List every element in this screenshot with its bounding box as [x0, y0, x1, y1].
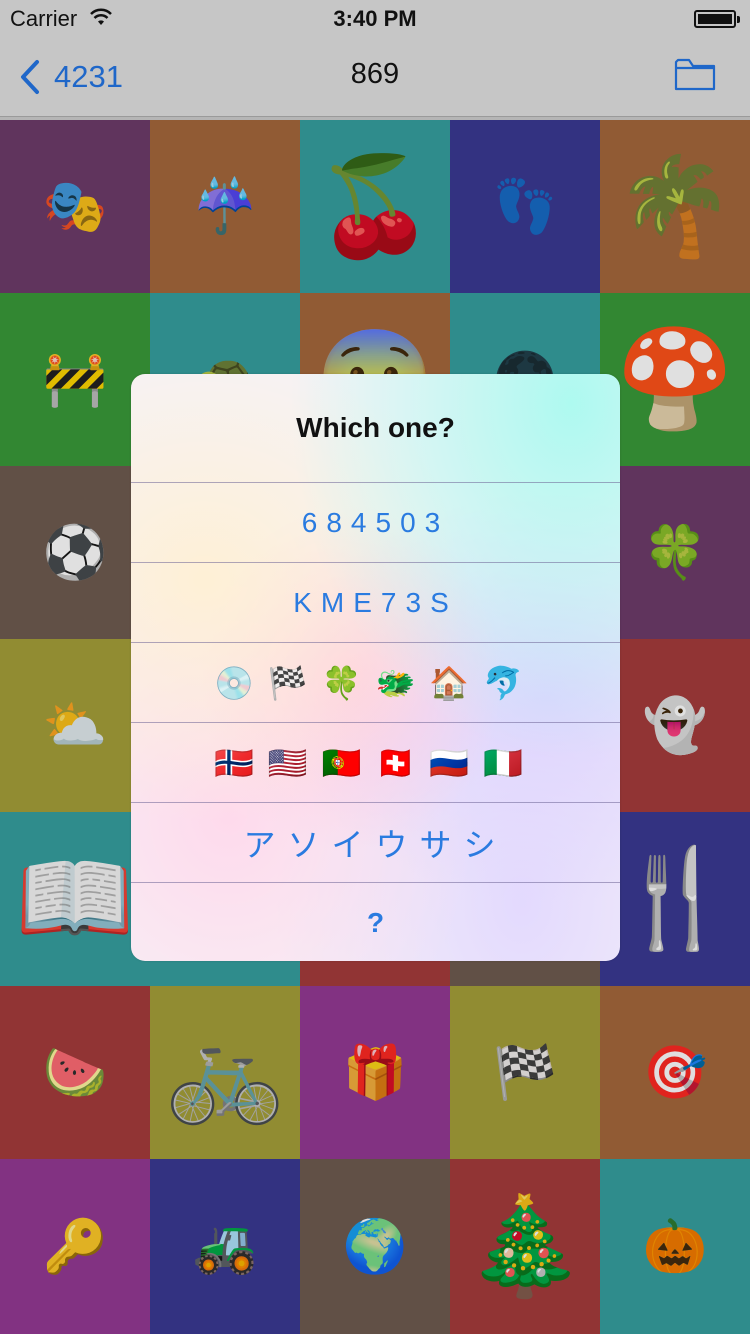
option-number-code[interactable]: 684503	[131, 482, 620, 562]
status-time: 3:40 PM	[333, 6, 417, 31]
alert-title: Which one?	[296, 412, 455, 443]
option-letter-code[interactable]: KME73S	[131, 562, 620, 642]
battery-icon	[694, 10, 740, 28]
battery-level	[698, 14, 732, 24]
choice-alert: Which one? 684503 KME73S 💿🏁🍀🐲🏠🐬 🇳🇴🇺🇸🇵🇹🇨🇭…	[131, 374, 620, 961]
status-bar: Carrier 3:40 PM	[0, 0, 750, 40]
folder-icon[interactable]	[674, 56, 716, 92]
option-unknown[interactable]: ?	[131, 882, 620, 961]
page-title: 869	[350, 58, 400, 90]
navigation-bar: 4231 869	[0, 40, 750, 117]
option-kana-code[interactable]: アソイウサシ	[131, 802, 620, 882]
option-emoji-code[interactable]: 💿🏁🍀🐲🏠🐬	[131, 642, 620, 722]
option-flag-code[interactable]: 🇳🇴🇺🇸🇵🇹🇨🇭🇷🇺🇮🇹	[131, 722, 620, 802]
